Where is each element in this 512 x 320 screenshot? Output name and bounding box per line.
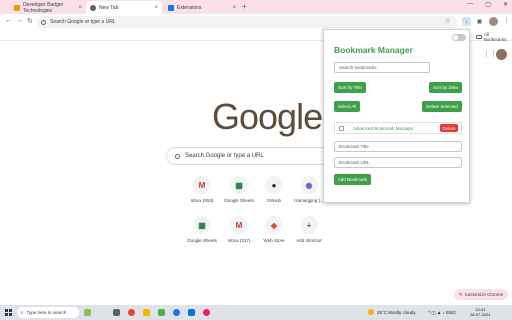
- ntp-search-input[interactable]: Search Google or type a URL: [166, 147, 346, 165]
- sheets-icon: ▦: [230, 176, 248, 194]
- chrome-favicon-icon: [90, 4, 96, 11]
- bookmark-manager-popup: Bookmark Manager Search bookmarks Sort b…: [323, 29, 470, 203]
- omnibox-placeholder: Search Google or type a URL: [50, 19, 116, 25]
- extensions-puzzle-icon[interactable]: ▣: [475, 17, 484, 26]
- apps-grid-icon[interactable]: ⋮⋮: [483, 50, 497, 58]
- shortcut-label: Google Sheets: [187, 238, 217, 243]
- site-icon: ◉: [300, 176, 318, 194]
- plus-icon: +: [300, 216, 318, 234]
- sheets-icon: ▦: [193, 216, 211, 234]
- sort-by-date-button[interactable]: Sort by Date: [429, 82, 462, 93]
- puzzle-icon: [168, 4, 174, 11]
- tab-developer-badger[interactable]: Developer Badger Technologies ×: [10, 1, 86, 14]
- taskbar-search-placeholder: Type here to search: [26, 310, 67, 315]
- bookmark-star-icon[interactable]: ☆: [445, 17, 451, 25]
- window-controls: — ▢ ✕: [467, 1, 508, 8]
- pencil-icon: ✎: [458, 291, 463, 297]
- clock-date: 28-07-2024: [470, 312, 491, 317]
- weather-widget[interactable]: 25°C Mostly cloudy: [368, 309, 416, 315]
- select-all-button[interactable]: Select All: [334, 101, 360, 112]
- shortcut-label: Add shortcut: [296, 238, 322, 243]
- gmail-icon: M: [193, 176, 211, 194]
- delete-bookmark-button[interactable]: Delete: [440, 124, 458, 132]
- windows-taskbar: ⌕ Type here to search 25°C Mostly cloudy…: [0, 305, 512, 320]
- tab-label: Developer Badger Technologies: [23, 1, 64, 14]
- bookmark-link[interactable]: Advanced Bookmark Manager: [353, 126, 414, 131]
- close-icon[interactable]: ×: [154, 5, 158, 11]
- forward-icon[interactable]: →: [16, 17, 23, 24]
- ntp-avatar[interactable]: [496, 49, 507, 60]
- language-label: ENG: [446, 310, 456, 315]
- ntp-search-placeholder: Search Google or type a URL: [185, 153, 264, 159]
- close-icon[interactable]: ×: [232, 5, 236, 11]
- omnibox[interactable]: Search Google or type a URL ☆: [37, 16, 457, 28]
- google-g-icon: [41, 19, 46, 25]
- shortcut-label: Web Store: [263, 238, 285, 243]
- weather-label: 25°C Mostly cloudy: [377, 309, 416, 315]
- bookmark-title-placeholder: Bookmark Title: [339, 144, 369, 149]
- tab-label: New Tab: [99, 4, 119, 11]
- bookmark-title-input[interactable]: Bookmark Title: [334, 141, 462, 152]
- popup-title: Bookmark Manager: [334, 45, 413, 55]
- taskbar-search-input[interactable]: ⌕ Type here to search: [17, 307, 79, 318]
- app-icon[interactable]: [158, 309, 165, 316]
- tab-new-tab[interactable]: New Tab ×: [86, 1, 162, 14]
- theme-toggle[interactable]: [452, 34, 466, 41]
- tab-strip: Developer Badger Technologies × New Tab …: [0, 0, 512, 14]
- task-view-icon[interactable]: [113, 309, 120, 316]
- mascot-icon: [84, 309, 91, 316]
- gmail-icon: M: [230, 216, 248, 234]
- add-bookmark-button[interactable]: Add Bookmark: [334, 174, 371, 185]
- close-window-icon[interactable]: ✕: [503, 1, 508, 8]
- back-icon[interactable]: ←: [5, 17, 12, 24]
- customize-chrome-button[interactable]: ✎ Customize Chrome: [454, 289, 508, 300]
- profile-avatar[interactable]: [489, 17, 498, 26]
- shortcut-label: Izamargjing (...: [294, 198, 324, 203]
- file-explorer-icon[interactable]: [143, 309, 150, 316]
- search-bookmarks-input[interactable]: Search bookmarks: [334, 62, 430, 73]
- shortcut-tile[interactable]: + Add shortcut: [285, 216, 333, 243]
- maximize-icon[interactable]: ▢: [485, 1, 491, 8]
- sort-by-title-button[interactable]: Sort by Title: [334, 82, 366, 93]
- folder-icon: [476, 35, 482, 39]
- shortcut-label: Inbox (317): [227, 238, 251, 243]
- cloudy-icon: [368, 309, 374, 315]
- extension-active-icon[interactable]: ↓: [462, 17, 471, 26]
- search-bookmarks-placeholder: Search bookmarks: [339, 65, 377, 70]
- tab-extensions[interactable]: Extensions ×: [164, 1, 240, 14]
- all-bookmarks-label: All Bookmarks: [483, 32, 507, 42]
- windows-start-icon[interactable]: [5, 309, 12, 316]
- bookmark-checkbox[interactable]: [339, 126, 344, 131]
- minimize-icon[interactable]: —: [467, 1, 473, 8]
- shortcut-label: Inbox (553): [190, 198, 214, 203]
- reload-icon[interactable]: ↻: [27, 17, 33, 25]
- all-bookmarks-button[interactable]: All Bookmarks: [476, 32, 512, 42]
- shortcut-label: GitHub: [266, 198, 281, 203]
- google-logo: Google: [212, 96, 323, 137]
- tab-label: Extensions: [177, 4, 202, 11]
- store-icon[interactable]: [188, 309, 195, 316]
- close-icon[interactable]: ×: [78, 5, 82, 11]
- delete-selected-button[interactable]: Delete Selected: [422, 101, 462, 112]
- bookmark-url-input[interactable]: Bookmark URL: [334, 157, 462, 168]
- search-icon: [175, 153, 180, 159]
- bookmark-url-placeholder: Bookmark URL: [339, 160, 370, 165]
- customize-label: Customize Chrome: [464, 292, 504, 297]
- system-tray[interactable]: ^ ◫ ▲ ♪ ENG: [428, 310, 456, 316]
- clock[interactable]: 15:41 28-07-2024: [470, 307, 490, 317]
- search-icon: ⌕: [21, 310, 24, 315]
- bookmark-list-item: Advanced Bookmark Manager Delete: [334, 122, 462, 134]
- app-icon[interactable]: [203, 309, 210, 316]
- github-icon: ●: [265, 176, 283, 194]
- chrome-taskbar-icon[interactable]: [128, 309, 135, 316]
- browser-toolbar: ← → ↻ Search Google or type a URL ☆: [0, 14, 512, 30]
- edge-icon[interactable]: [173, 309, 180, 316]
- new-tab-icon[interactable]: +: [242, 2, 247, 11]
- webstore-icon: ◆: [265, 216, 283, 234]
- site-favicon-icon: [14, 4, 20, 11]
- menu-dots-icon[interactable]: ⋮: [503, 16, 510, 24]
